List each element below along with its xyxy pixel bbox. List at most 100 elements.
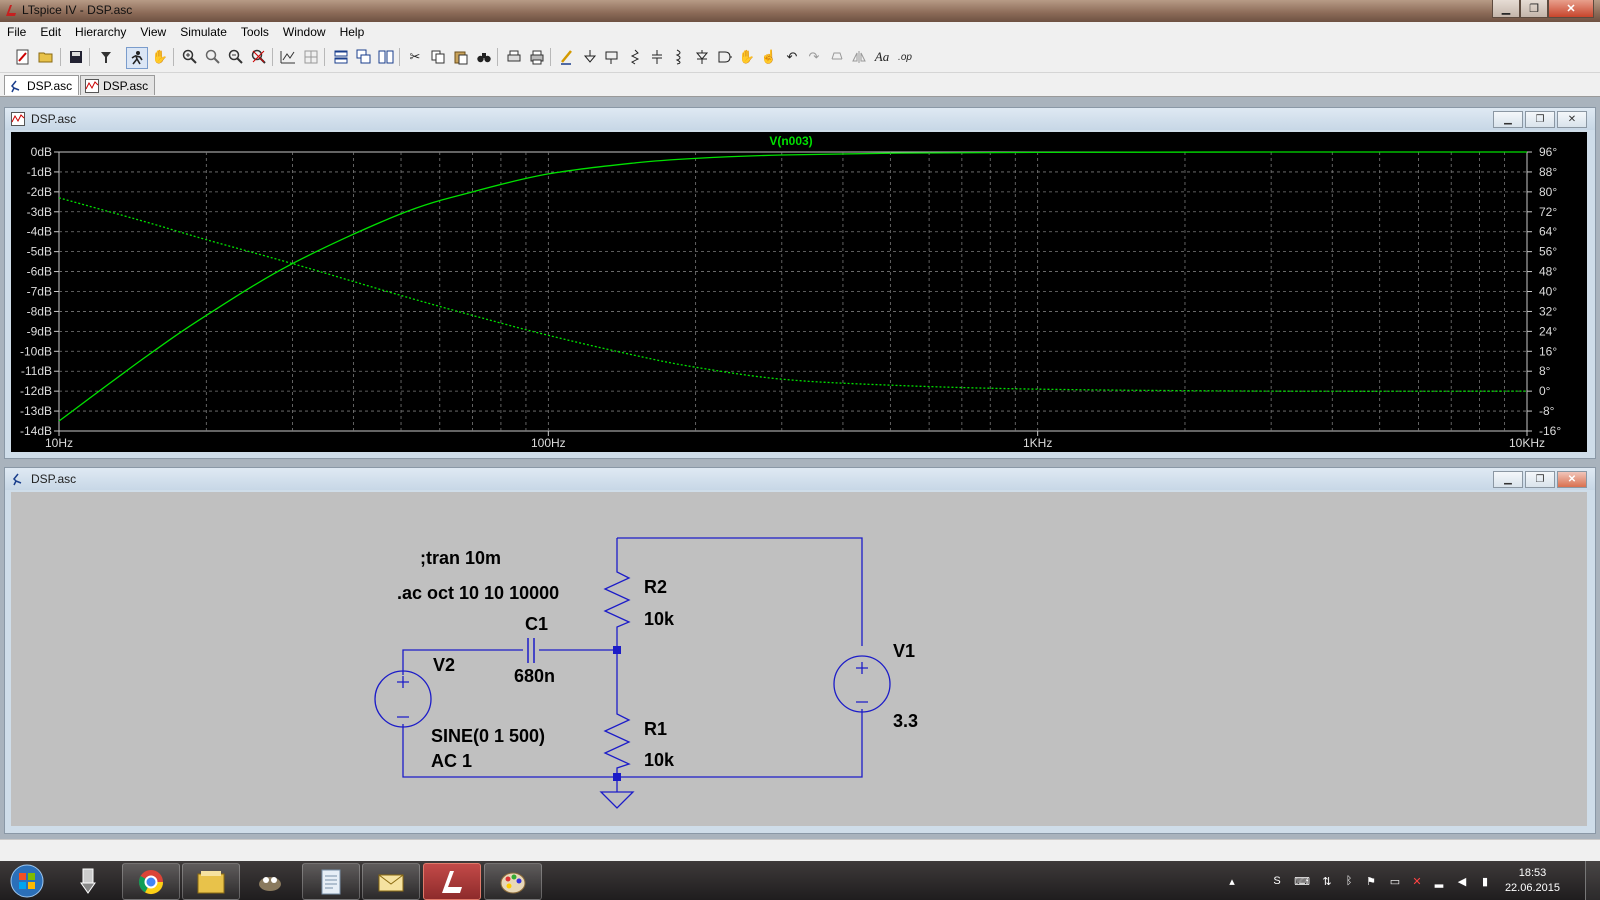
v1-name[interactable]: V1	[893, 641, 915, 661]
zoom-area-icon[interactable]	[203, 47, 223, 67]
menu-window[interactable]: Window	[276, 25, 333, 39]
child-restore-button[interactable]: ❐	[1525, 471, 1555, 488]
c1-value[interactable]: 680n	[514, 666, 555, 686]
tab-schematic[interactable]: DSP.asc	[4, 75, 80, 95]
sync-icon[interactable]: ⇅	[1320, 874, 1334, 888]
new-schematic-icon[interactable]	[13, 47, 33, 67]
run-icon[interactable]	[126, 47, 148, 69]
find-icon[interactable]	[474, 47, 494, 67]
gimp-icon[interactable]	[242, 863, 298, 898]
volume-icon[interactable]: ◀	[1455, 874, 1469, 888]
menu-hierarchy[interactable]: Hierarchy	[68, 25, 133, 39]
mail-icon[interactable]	[362, 863, 420, 900]
r1-value[interactable]: 10k	[644, 750, 675, 770]
child-minimize-button[interactable]: ▁	[1493, 111, 1523, 128]
grid-icon[interactable]	[301, 47, 321, 67]
skype-icon[interactable]: S	[1270, 874, 1284, 888]
r1-name[interactable]: R1	[644, 719, 667, 739]
child-close-button[interactable]: ✕	[1557, 471, 1587, 488]
show-desktop-button[interactable]	[1585, 861, 1600, 900]
drag-icon[interactable]: ☝	[759, 47, 779, 67]
window-controls: ▁ ❐ ✕	[1492, 0, 1594, 18]
spice-directive-icon[interactable]: .op	[895, 47, 915, 67]
print-icon[interactable]	[527, 47, 547, 67]
clock[interactable]: 18:53 22.06.2015	[1505, 866, 1560, 896]
menu-simulate[interactable]: Simulate	[173, 25, 234, 39]
display-icon[interactable]: ▭	[1388, 874, 1402, 888]
diode-icon[interactable]	[692, 47, 712, 67]
signal-icon[interactable]: ▂	[1432, 874, 1446, 888]
print-preview-icon[interactable]	[504, 47, 524, 67]
child-close-button[interactable]: ✕	[1557, 111, 1587, 128]
network-error-icon[interactable]: ✕	[1410, 874, 1424, 888]
tile-vertical-icon[interactable]	[376, 47, 396, 67]
text-icon[interactable]: Aa	[872, 47, 892, 67]
menu-edit[interactable]: Edit	[33, 25, 68, 39]
spice-directive-tran[interactable]: ;tran 10m	[420, 548, 501, 568]
usb-icon[interactable]	[60, 863, 116, 898]
notes-icon[interactable]	[302, 863, 360, 900]
save-icon[interactable]	[66, 47, 86, 67]
title-bar: LTspice IV - DSP.asc ▁ ❐ ✕	[0, 0, 1600, 22]
flag-icon[interactable]: ⚑	[1364, 874, 1378, 888]
child-minimize-button[interactable]: ▁	[1493, 471, 1523, 488]
mirror-icon[interactable]	[849, 47, 869, 67]
right-tick-label: 48°	[1539, 265, 1557, 279]
label-icon[interactable]	[602, 47, 622, 67]
cascade-icon[interactable]	[354, 47, 374, 67]
tile-horizontal-icon[interactable]	[331, 47, 351, 67]
v2-value-line2[interactable]: AC 1	[431, 751, 472, 771]
v1-value[interactable]: 3.3	[893, 711, 918, 731]
resistor-icon[interactable]	[625, 47, 645, 67]
battery-icon[interactable]: ▮	[1478, 874, 1492, 888]
child-restore-button[interactable]: ❐	[1525, 111, 1555, 128]
minimize-button[interactable]: ▁	[1492, 0, 1520, 18]
autoscale-icon[interactable]	[278, 47, 298, 67]
ltspice-icon[interactable]	[423, 863, 481, 900]
c1-name[interactable]: C1	[525, 614, 548, 634]
inductor-icon[interactable]	[669, 47, 689, 67]
explorer-icon[interactable]	[182, 863, 240, 900]
control-panel-icon[interactable]	[96, 47, 116, 67]
capacitor-icon[interactable]	[647, 47, 667, 67]
v2-name[interactable]: V2	[433, 655, 455, 675]
wire-icon[interactable]	[557, 47, 577, 67]
move-icon[interactable]: ✋	[737, 47, 757, 67]
start-orb[interactable]	[2, 863, 52, 898]
schematic-canvas[interactable]: ;tran 10m .ac oct 10 10 10000 R2 10k C1 …	[11, 492, 1587, 826]
zoom-fit-icon[interactable]	[249, 47, 269, 67]
menu-view[interactable]: View	[133, 25, 173, 39]
tab-waveform[interactable]: DSP.asc	[80, 75, 156, 95]
zoom-out-icon[interactable]	[226, 47, 246, 67]
keyboard-icon[interactable]: ⌨	[1294, 874, 1310, 888]
menu-help[interactable]: Help	[333, 25, 372, 39]
pan-icon[interactable]: ✋	[150, 47, 170, 67]
undo-icon[interactable]: ↶	[782, 47, 802, 67]
waveform-window-caption: DSP.asc ▁ ❐ ✕	[5, 108, 1595, 130]
menu-file[interactable]: File	[0, 25, 33, 39]
paint-icon[interactable]	[484, 863, 542, 900]
open-icon[interactable]	[36, 47, 56, 67]
copy-icon[interactable]	[428, 47, 448, 67]
x-tick-label: 10Hz	[45, 436, 73, 450]
r2-name[interactable]: R2	[644, 577, 667, 597]
tray-expand-icon[interactable]: ▴	[1225, 874, 1239, 888]
trace-label[interactable]: V(n003)	[769, 134, 812, 148]
cut-icon[interactable]: ✂	[405, 47, 425, 67]
menu-tools[interactable]: Tools	[234, 25, 276, 39]
waveform-plot[interactable]: 0dB -1dB -2dB -3dB -4dB -5dB -6dB -7dB -8dB -9dB -…	[11, 132, 1587, 452]
spice-directive-ac[interactable]: .ac oct 10 10 10000	[397, 583, 559, 603]
maximize-button[interactable]: ❐	[1520, 0, 1548, 18]
zoom-in-icon[interactable]	[180, 47, 200, 67]
redo-icon[interactable]: ↷	[804, 47, 824, 67]
component-icon[interactable]	[715, 47, 735, 67]
r2-value[interactable]: 10k	[644, 609, 675, 629]
left-tick-label: -6dB	[27, 265, 52, 279]
v2-value-line1[interactable]: SINE(0 1 500)	[431, 726, 545, 746]
paste-icon[interactable]	[451, 47, 471, 67]
close-button[interactable]: ✕	[1548, 0, 1594, 18]
chrome-icon[interactable]	[122, 863, 180, 900]
bluetooth-icon[interactable]: ᛒ	[1342, 874, 1356, 888]
rotate-icon[interactable]	[827, 47, 847, 67]
ground-icon[interactable]	[580, 47, 600, 67]
